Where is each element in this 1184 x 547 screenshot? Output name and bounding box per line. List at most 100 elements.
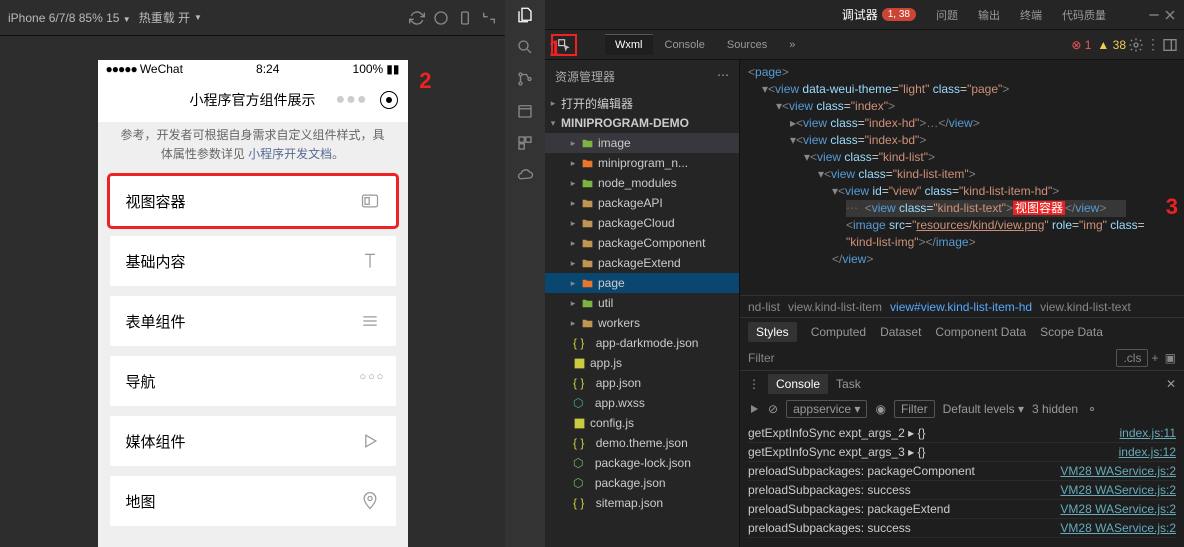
close-icon[interactable] (1162, 7, 1178, 23)
code-pane: <page> ▾<view data-weui-theme="light" cl… (740, 60, 1184, 547)
text-icon (360, 251, 380, 271)
tab-sources[interactable]: Sources (717, 35, 777, 55)
tab-computed[interactable]: Computed (811, 325, 866, 339)
tree-folder[interactable]: ▸miniprogram_n... (545, 153, 739, 173)
reload-toggle[interactable]: 热重载 开 ▼ (139, 9, 202, 26)
tree-folder[interactable]: ▸packageExtend (545, 253, 739, 273)
tree-file[interactable]: ⬡ package.json (545, 473, 739, 493)
explorer-more-icon[interactable]: ⋯ (717, 68, 729, 85)
tree-folder[interactable]: ▸packageAPI (545, 193, 739, 213)
breadcrumb[interactable]: nd-list view.kind-list-item view#view.ki… (740, 295, 1184, 317)
styles-filter-input[interactable]: Filter (748, 351, 1116, 365)
eye-icon[interactable]: ◉ (875, 402, 885, 416)
add-style-button[interactable]: + (1152, 351, 1159, 365)
tree-file[interactable]: ⬡ app.wxss (545, 393, 739, 413)
clear-console-icon[interactable]: ⊘ (768, 402, 778, 416)
rotate-icon[interactable] (481, 10, 497, 26)
tree-file[interactable]: { } app-darkmode.json (545, 333, 739, 353)
tab-component-data[interactable]: Component Data (935, 325, 1026, 339)
levels-select[interactable]: Default levels ▾ (943, 402, 1024, 416)
tab-console-drawer[interactable]: Console (768, 374, 828, 394)
annotation-3: 3 (1166, 198, 1178, 215)
dots-icon: ○○○ (360, 371, 380, 391)
explorer-title: 资源管理器 (555, 68, 615, 85)
cls-button[interactable]: .cls (1116, 349, 1148, 367)
console-filter-input[interactable]: Filter (894, 400, 935, 418)
annotation-2: 2 (419, 68, 431, 94)
phone-frame: ●●●●● WeChat 8:24 100% ▮▮ 小程序官方组件展示 ●●● … (98, 60, 408, 547)
tree-folder[interactable]: ▸image (545, 133, 739, 153)
tab-problems[interactable]: 问题 (926, 0, 968, 29)
console-bar: ⋮ Console Task ✕ (740, 370, 1184, 396)
tab-more[interactable]: » (779, 35, 805, 55)
tree-folder-page[interactable]: ▸page (545, 273, 739, 293)
device-icon[interactable] (457, 10, 473, 26)
tree-folder[interactable]: ▸packageComponent (545, 233, 739, 253)
play-icon[interactable] (748, 403, 760, 415)
simulator-viewport: ●●●●● WeChat 8:24 100% ▮▮ 小程序官方组件展示 ●●● … (0, 36, 505, 547)
status-bar: ●●●●● WeChat 8:24 100% ▮▮ (98, 60, 408, 78)
git-icon[interactable] (516, 70, 534, 88)
devtools-tabs: 1 Wxml Console Sources » ⊗ 1▲ 38 ⋮ (545, 30, 1184, 60)
close-drawer-icon[interactable]: ✕ (1166, 377, 1176, 391)
play-icon (360, 431, 380, 451)
console-log[interactable]: getExptInfoSync expt_args_2 ▸ {}index.js… (740, 422, 1184, 547)
view-icon (360, 191, 380, 211)
tab-scope-data[interactable]: Scope Data (1040, 325, 1103, 339)
tab-quality[interactable]: 代码质量 (1052, 0, 1116, 29)
bottom-panel: Styles Computed Dataset Component Data S… (740, 317, 1184, 547)
hidden-count[interactable]: 3 hidden (1032, 402, 1078, 416)
tree-file[interactable]: { } demo.theme.json (545, 433, 739, 453)
cloud-icon[interactable] (516, 166, 534, 184)
annotation-1: 1 (549, 36, 561, 62)
tree-folder[interactable]: ▸workers (545, 313, 739, 333)
tab-styles[interactable]: Styles (748, 322, 797, 342)
tree-folder[interactable]: ▸packageCloud (545, 213, 739, 233)
tree-file[interactable]: app.js (545, 353, 739, 373)
list-item-map[interactable]: 地图 (110, 476, 396, 526)
calendar-icon[interactable] (516, 102, 534, 120)
list-item-nav[interactable]: 导航 ○○○ (110, 356, 396, 406)
wxml-tree[interactable]: <page> ▾<view data-weui-theme="light" cl… (740, 60, 1184, 295)
search-icon[interactable] (516, 38, 534, 56)
tree-open-editors[interactable]: ▸打开的编辑器 (545, 93, 739, 113)
tab-output[interactable]: 输出 (968, 0, 1010, 29)
tree-folder[interactable]: ▸node_modules (545, 173, 739, 193)
dock-icon[interactable] (1162, 37, 1178, 53)
list-item-view-container[interactable]: 视图容器 2 (110, 176, 396, 226)
console-gear-icon[interactable] (1086, 403, 1098, 415)
tree-file[interactable]: { } app.json (545, 373, 739, 393)
tab-console[interactable]: Console (655, 35, 715, 55)
home-icon[interactable] (433, 10, 449, 26)
tab-dataset[interactable]: Dataset (880, 325, 921, 339)
menu-icon[interactable]: ●●● (336, 91, 368, 109)
top-tabs: 调试器1, 38 问题 输出 终端 代码质量 (545, 0, 1184, 30)
tree-root[interactable]: ▾MINIPROGRAM-DEMO (545, 113, 739, 133)
refresh-icon[interactable] (409, 10, 425, 26)
activity-bar (505, 0, 545, 547)
dock-styles-icon[interactable]: ▣ (1165, 351, 1176, 365)
nav-bar: 小程序官方组件展示 ●●● (98, 78, 408, 122)
list-item-basic[interactable]: 基础内容 (110, 236, 396, 286)
tree-file[interactable]: { } sitemap.json (545, 493, 739, 513)
list-item-media[interactable]: 媒体组件 (110, 416, 396, 466)
tab-debugger[interactable]: 调试器1, 38 (832, 0, 926, 29)
context-select[interactable]: appservice ▾ (786, 400, 867, 418)
close-capsule-icon[interactable] (380, 91, 398, 109)
device-select[interactable]: iPhone 6/7/8 85% 15 ▼ (8, 11, 131, 25)
tab-terminal[interactable]: 终端 (1010, 0, 1052, 29)
tree-folder[interactable]: ▸util (545, 293, 739, 313)
page-title: 小程序官方组件展示 (190, 90, 316, 110)
console-menu-icon[interactable]: ⋮ (748, 377, 760, 391)
tree-file[interactable]: ⬡ package-lock.json (545, 453, 739, 473)
tree-file[interactable]: config.js (545, 413, 739, 433)
extensions-icon[interactable] (516, 134, 534, 152)
files-icon[interactable] (516, 6, 534, 24)
menu-lines-icon (360, 311, 380, 331)
tab-task[interactable]: Task (836, 377, 861, 391)
gear-icon[interactable] (1128, 37, 1144, 53)
doc-link[interactable]: 小程序开发文档 (248, 147, 332, 161)
list-item-form[interactable]: 表单组件 (110, 296, 396, 346)
minimize-icon[interactable] (1146, 7, 1162, 23)
tab-wxml[interactable]: Wxml (605, 34, 653, 55)
